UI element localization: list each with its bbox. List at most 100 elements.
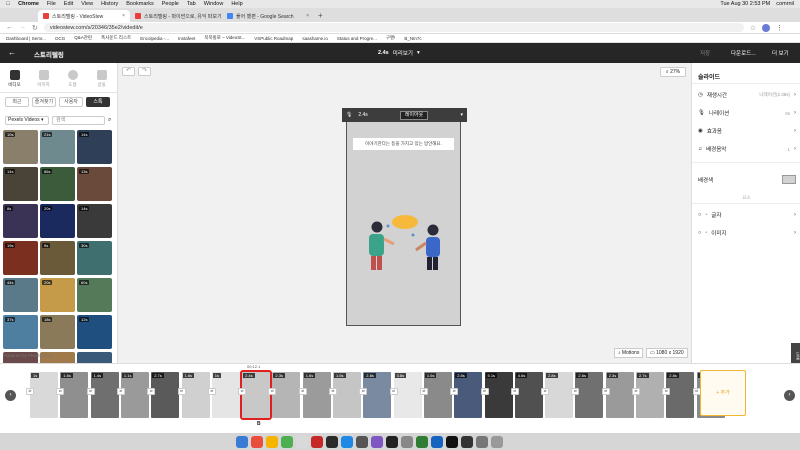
timeline-clip[interactable]: 1.4s (90, 372, 119, 418)
bookmark[interactable]: Dashboard | Semr... (6, 36, 46, 41)
dock-app-icon[interactable] (386, 435, 398, 448)
close-icon[interactable]: × (122, 13, 125, 19)
video-thumbnail[interactable]: 14s (77, 130, 112, 164)
chevron-down-icon[interactable]: ▾ (460, 112, 463, 118)
element-image[interactable]: ○ ◦ 이미지 › (698, 229, 796, 237)
menu-file[interactable]: File (47, 1, 56, 7)
bookmark[interactable]: VSPublic Roadmap (254, 36, 293, 41)
timeline-clip[interactable]: 2.3s (272, 372, 301, 418)
bookmark[interactable]: Encolpedia -... (140, 36, 169, 41)
dock-app-icon[interactable] (341, 435, 353, 448)
dock-app-icon[interactable] (491, 435, 503, 448)
timeline-clip[interactable]: 2.7s (151, 372, 180, 418)
dock-app-icon[interactable] (281, 435, 293, 448)
transition-icon[interactable]: ⇄ (632, 388, 640, 395)
bookmark[interactable]: OCG (55, 36, 65, 41)
timeline-clip[interactable]: 1.6s (423, 372, 452, 418)
transition-icon[interactable]: ⇄ (359, 388, 368, 395)
transition-icon[interactable]: ⇄ (419, 388, 428, 395)
tab-favorites[interactable]: 즐겨찾기 (32, 97, 56, 107)
row-duration[interactable]: ◷ 재생시간 나레이션(2.38s) › (698, 91, 796, 99)
bookmark[interactable]: Instafeet (178, 36, 195, 41)
timeline-clip[interactable]: 1.6s (60, 372, 89, 418)
menu-edit[interactable]: Edit (64, 1, 73, 7)
transition-icon[interactable]: ⇄ (147, 388, 156, 395)
preview-selector[interactable]: 2.4s 미리보기 ▾ (378, 49, 420, 57)
motions-button[interactable]: ♪ Motions (614, 348, 644, 358)
lock-icon[interactable]: ◦ (705, 212, 707, 218)
dock-app-icon[interactable] (371, 435, 383, 448)
transition-icon[interactable]: ⇄ (177, 388, 186, 395)
menu-people[interactable]: People (162, 1, 179, 7)
zoom-control[interactable]: ⌕ 27% (660, 67, 686, 77)
dock-app-icon[interactable] (446, 435, 458, 448)
transition-icon[interactable]: ⇄ (510, 388, 519, 395)
video-thumbnail[interactable]: 20s (40, 204, 75, 238)
browser-tab[interactable]: 스토리텔링 - 파이썬으로, 유익 파보기 × (130, 10, 222, 22)
video-thumbnail[interactable]: 19s (3, 241, 38, 275)
bookmark[interactable]: Q&A관련 (74, 35, 92, 41)
dock-app-icon[interactable] (461, 435, 473, 448)
reload-icon[interactable]: ↻ (32, 24, 38, 32)
menu-help[interactable]: Help (231, 1, 242, 7)
search-icon[interactable]: ⌕ (108, 117, 111, 124)
timeline-clip[interactable]: 2.6s (575, 372, 604, 418)
browser-tab[interactable]: 풀어 했편 - Google Search × (222, 10, 314, 22)
download-button[interactable]: 다운로드... (731, 49, 756, 57)
transition-icon[interactable]: ⇄ (298, 388, 307, 395)
add-clip-button[interactable]: + 추가 (700, 370, 746, 416)
tab-shape[interactable]: 도형 (58, 68, 87, 88)
dock-app-icon[interactable] (401, 435, 413, 448)
close-icon[interactable]: × (306, 13, 309, 19)
search-input[interactable]: 검색 (52, 116, 105, 125)
avatar[interactable] (762, 23, 771, 32)
video-thumbnail[interactable]: 20s (40, 278, 75, 312)
timeline-clip[interactable]: 1.6s (302, 372, 331, 418)
transition-icon[interactable]: ⇄ (268, 388, 277, 395)
dock-app-icon[interactable] (476, 435, 488, 448)
row-bgm[interactable]: ♫ 배경음악 1 › (698, 145, 796, 153)
bookmark[interactable]: saashame.io (302, 36, 328, 41)
visibility-icon[interactable]: ○ (698, 212, 701, 218)
row-sound-effect[interactable]: ◉ 효과음 › (698, 127, 796, 135)
timeline-clip[interactable]: 3.8s (393, 372, 422, 418)
video-thumbnail[interactable]: 9s (40, 241, 75, 275)
video-thumbnail[interactable]: 21s (40, 130, 75, 164)
forward-icon[interactable]: → (19, 24, 26, 31)
video-thumbnail[interactable]: 14s (77, 204, 112, 238)
menu-history[interactable]: History (101, 1, 118, 7)
transition-icon[interactable]: ⇄ (662, 388, 671, 395)
timeline-clip[interactable]: 2.8s (545, 372, 574, 418)
tab-text[interactable]: 글꼴 (87, 68, 116, 88)
dock-app-icon[interactable] (326, 435, 338, 448)
transition-icon[interactable]: ⇄ (541, 388, 550, 395)
timeline-clip[interactable]: 4.6s (514, 372, 543, 418)
transition-icon[interactable]: ⇄ (571, 388, 580, 395)
app-menu[interactable]: Chrome (18, 1, 39, 7)
dock-app-icon[interactable] (266, 435, 278, 448)
new-tab-button[interactable]: + (318, 11, 323, 20)
transition-icon[interactable]: ⇄ (56, 388, 65, 395)
tab-image[interactable]: 이미지 (29, 68, 58, 88)
tab-recent[interactable]: 최근 (5, 97, 29, 107)
timeline-prev-button[interactable]: ‹ (5, 390, 16, 401)
kebab-menu-icon[interactable]: ⋮ (776, 24, 783, 32)
video-thumbnail[interactable]: 12s (77, 315, 112, 349)
timeline-clip[interactable]: 2.3s (605, 372, 634, 418)
save-button[interactable]: 저장 (700, 49, 710, 57)
bookmark[interactable]: 폭사운드 리스트 (101, 35, 131, 41)
timeline-clip[interactable]: 2.8s (363, 372, 392, 418)
transition-icon[interactable]: ⇄ (329, 388, 337, 395)
transition-icon[interactable]: ⇄ (450, 388, 459, 395)
video-thumbnail[interactable]: 14s (3, 167, 38, 201)
layout-select[interactable]: 레이아웃 (399, 110, 429, 120)
bgcolor-swatch[interactable] (782, 175, 796, 184)
project-title[interactable]: 스토리텔링 (34, 49, 64, 59)
video-thumbnail[interactable]: 18s (40, 315, 75, 349)
visibility-icon[interactable]: ○ (698, 230, 701, 236)
browser-tab[interactable]: 스토리텔링 - VideoStew × (38, 10, 130, 22)
bookmark[interactable]: B_Ntn7c (404, 36, 421, 41)
video-thumbnail[interactable]: 44s (3, 278, 38, 312)
transition-icon[interactable]: ⇄ (116, 388, 125, 395)
apple-icon[interactable]:  (6, 1, 10, 7)
